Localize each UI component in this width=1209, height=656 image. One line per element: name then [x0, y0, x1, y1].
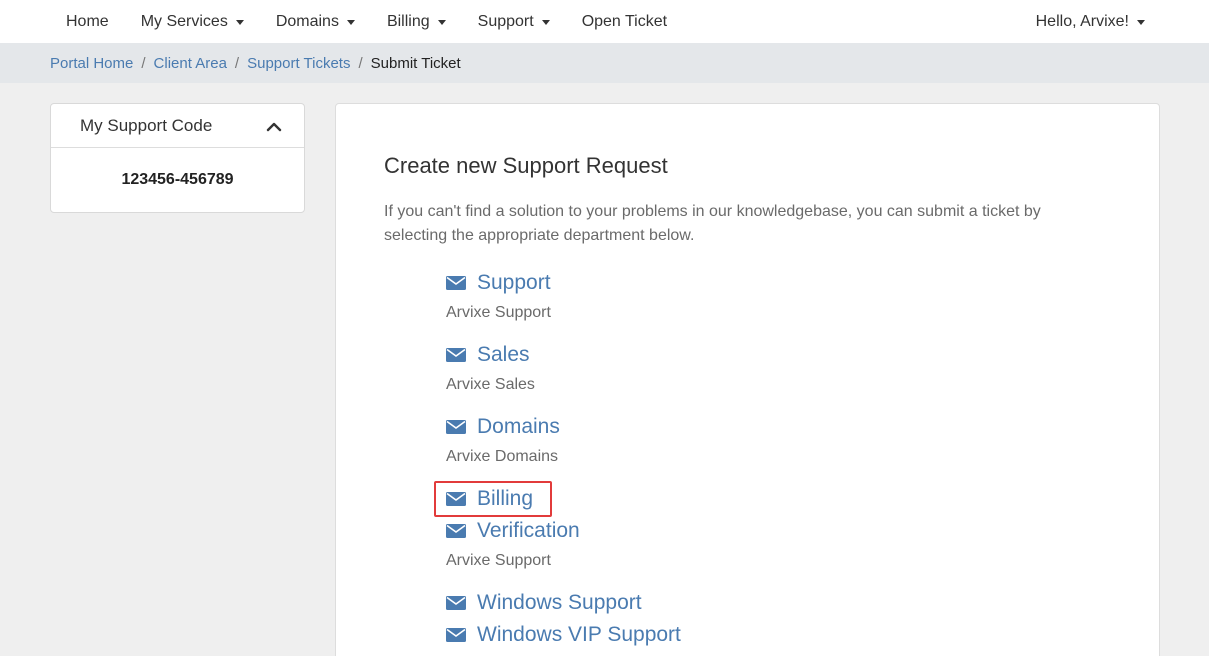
breadcrumb-portal-home[interactable]: Portal Home [50, 55, 133, 72]
support-code-value: 123456-456789 [121, 171, 234, 188]
department-link-support[interactable]: Support [446, 268, 551, 298]
nav-open-ticket[interactable]: Open Ticket [566, 0, 683, 43]
nav-home[interactable]: Home [50, 0, 125, 43]
department-link-windows-support[interactable]: Windows Support [446, 588, 642, 618]
breadcrumb-client-area[interactable]: Client Area [154, 55, 227, 72]
support-code-header[interactable]: My Support Code [51, 104, 304, 148]
nav-billing[interactable]: Billing [371, 0, 462, 43]
user-menu: Hello, Arvixe! [1020, 0, 1145, 43]
support-code-card: My Support Code 123456-456789 [50, 103, 305, 213]
department-link-sales[interactable]: Sales [446, 340, 535, 370]
department-item: Domains Arvixe Domains [446, 412, 560, 466]
department-name: Windows VIP Support [477, 623, 681, 646]
department-item: Support Arvixe Support [446, 268, 551, 322]
envelope-icon [446, 276, 466, 290]
department-link-domains[interactable]: Domains [446, 412, 560, 442]
breadcrumb: Portal Home / Client Area / Support Tick… [50, 43, 461, 83]
chevron-up-icon[interactable] [266, 119, 282, 135]
department-name: Verification [477, 519, 580, 542]
user-greeting: Hello, Arvixe! [1035, 12, 1129, 30]
envelope-icon [446, 348, 466, 362]
breadcrumb-current: Submit Ticket [370, 54, 461, 72]
department-name: Windows Support [477, 591, 642, 614]
page-description: If you can't find a solution to your pro… [384, 203, 1041, 244]
department-item: Sales Arvixe Sales [446, 340, 535, 394]
department-name: Domains [477, 415, 560, 438]
department-item: Verification Arvixe Support [446, 516, 580, 570]
department-link-windows-vip-support[interactable]: Windows VIP Support [446, 620, 681, 650]
support-request-card: Create new Support Request If you can't … [335, 103, 1160, 656]
user-menu-toggle[interactable]: Hello, Arvixe! [1020, 0, 1145, 43]
nav-domains-label: Domains [275, 12, 339, 30]
department-item: Windows VIP Support [446, 620, 681, 650]
caret-down-icon [235, 20, 244, 25]
nav-support-label: Support [477, 12, 534, 30]
envelope-icon [446, 628, 466, 642]
department-description: Arvixe Sales [446, 376, 535, 393]
envelope-icon [446, 492, 466, 506]
support-code-title: My Support Code [80, 115, 213, 135]
envelope-icon [446, 524, 466, 538]
department-name: Billing [477, 487, 534, 510]
department-name: Sales [477, 343, 530, 366]
department-link-verification[interactable]: Verification [446, 516, 580, 546]
breadcrumb-separator: / [358, 54, 363, 72]
nav-billing-label: Billing [386, 12, 430, 30]
breadcrumb-separator: / [141, 54, 146, 72]
department-item: Windows Support [446, 588, 642, 618]
department-link-billing[interactable]: Billing [446, 484, 533, 514]
page-title: Create new Support Request [384, 153, 668, 178]
breadcrumb-support-tickets[interactable]: Support Tickets [247, 55, 350, 72]
main-menu: Home My Services Domains Billing Support… [50, 0, 683, 43]
breadcrumb-bar: Portal Home / Client Area / Support Tick… [0, 43, 1209, 83]
department-name: Support [477, 271, 551, 294]
department-item: Billing [446, 484, 533, 514]
nav-open-ticket-label: Open Ticket [581, 12, 668, 30]
caret-down-icon [1137, 20, 1145, 25]
nav-domains[interactable]: Domains [260, 0, 371, 43]
envelope-icon [446, 420, 466, 434]
department-description: Arvixe Support [446, 304, 551, 321]
caret-down-icon [541, 20, 550, 25]
nav-my-services[interactable]: My Services [125, 0, 260, 43]
department-description: Arvixe Support [446, 552, 551, 569]
nav-support[interactable]: Support [462, 0, 566, 43]
envelope-icon [446, 596, 466, 610]
caret-down-icon [346, 20, 355, 25]
breadcrumb-separator: / [234, 54, 240, 72]
department-description: Arvixe Domains [446, 448, 559, 465]
top-navbar: Home My Services Domains Billing Support… [0, 0, 1209, 43]
nav-home-label: Home [66, 12, 109, 30]
nav-my-services-label: My Services [140, 12, 228, 30]
caret-down-icon [437, 20, 446, 25]
